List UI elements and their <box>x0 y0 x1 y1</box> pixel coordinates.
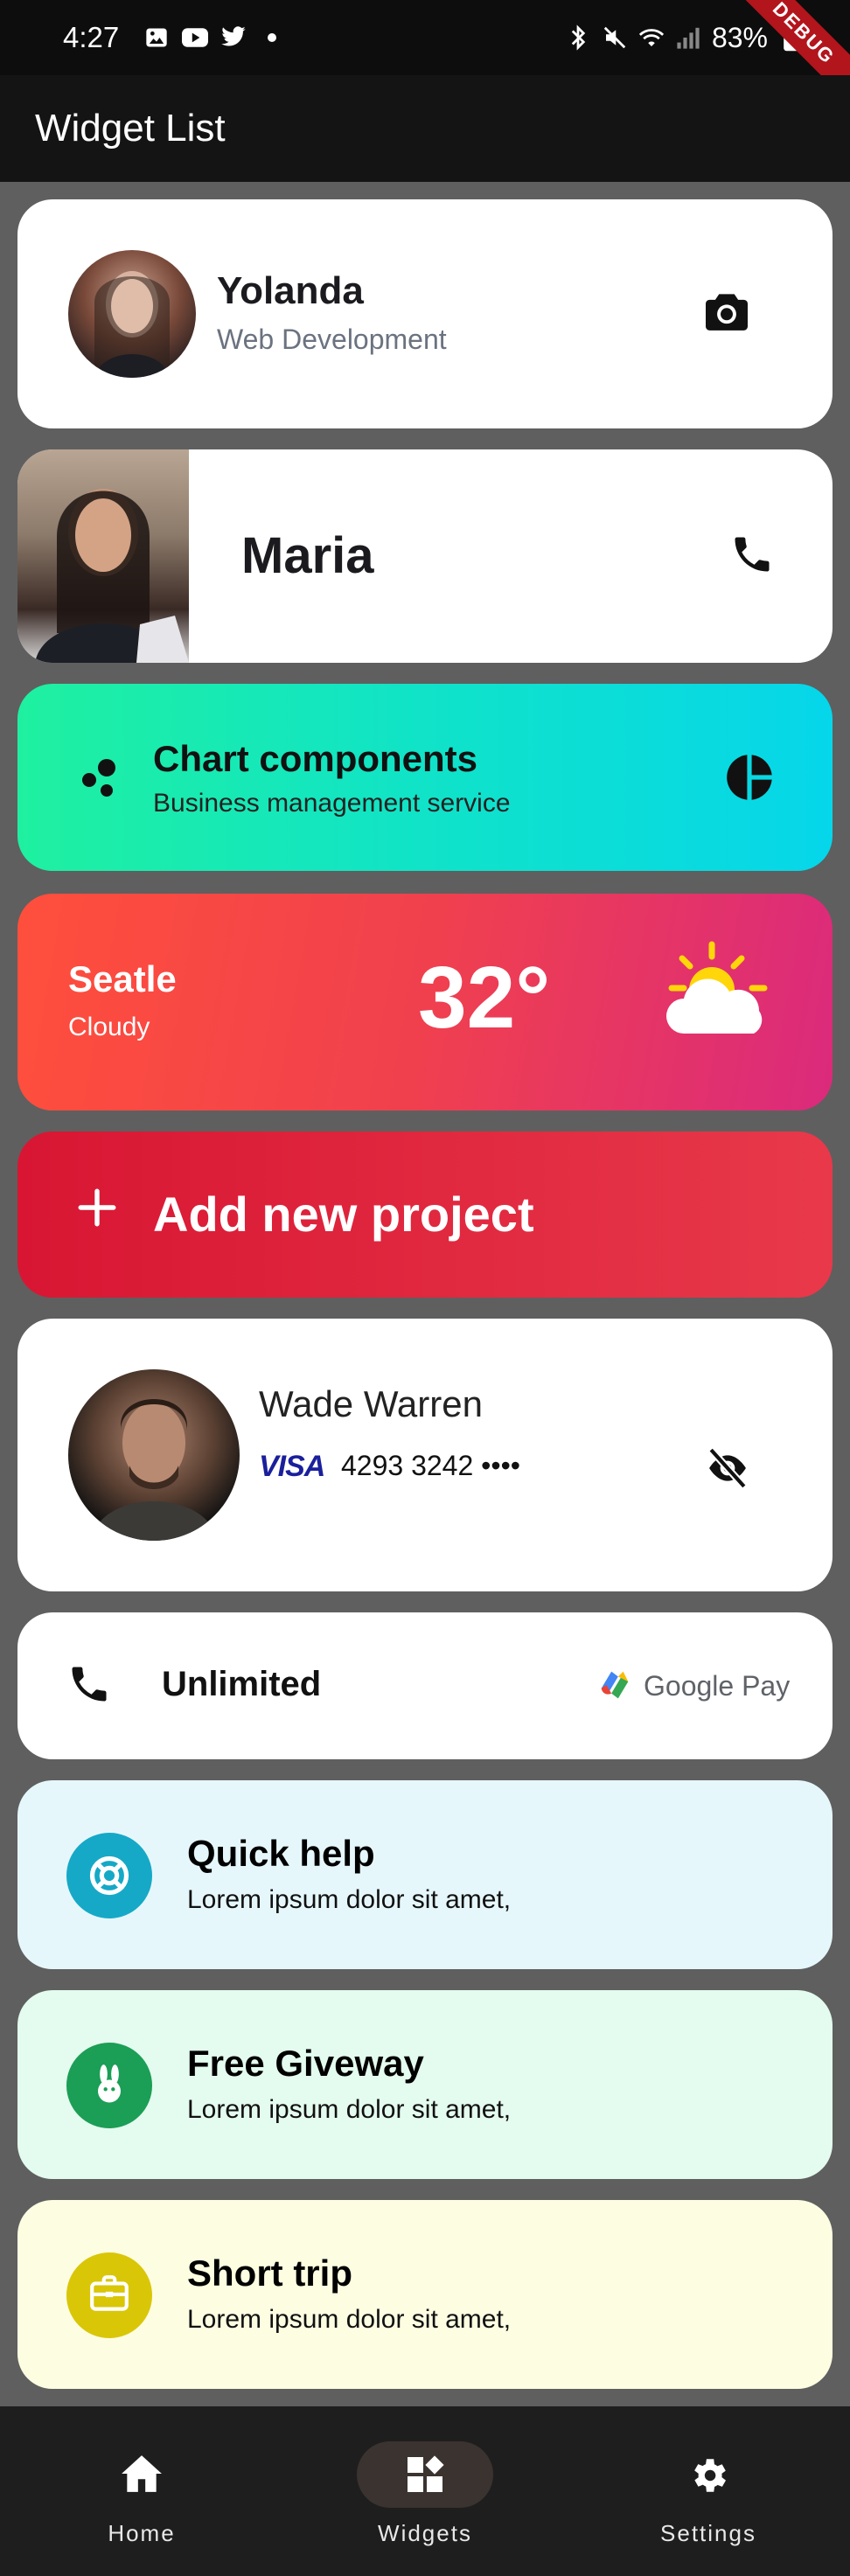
twitter-icon <box>220 24 247 51</box>
briefcase-icon <box>66 2252 152 2338</box>
lifebuoy-icon <box>66 1833 152 1918</box>
status-bar: 4:27 83% DEBUG <box>0 0 850 117</box>
contact-photo <box>17 449 189 663</box>
profile-name: Yolanda <box>217 269 364 312</box>
free-giveaway-card[interactable]: Free Giveway Lorem ipsum dolor sit amet, <box>17 1990 833 2179</box>
image-icon <box>143 24 170 51</box>
chart-card-title: Chart components <box>153 738 478 779</box>
short-trip-card[interactable]: Short trip Lorem ipsum dolor sit amet, <box>17 2200 833 2389</box>
google-pay-label: Google Pay <box>644 1670 791 1702</box>
chart-components-card[interactable]: Chart components Business management ser… <box>17 684 833 871</box>
mute-icon <box>602 24 628 51</box>
profile-card[interactable]: Yolanda Web Development <box>17 199 833 428</box>
quick-help-card[interactable]: Quick help Lorem ipsum dolor sit amet, <box>17 1780 833 1969</box>
avatar <box>68 250 196 378</box>
profile-subtitle: Web Development <box>217 324 447 355</box>
contact-card[interactable]: Maria <box>17 449 833 663</box>
nav-label: Settings <box>660 2520 756 2546</box>
gear-icon <box>686 2454 730 2502</box>
app-bar: Widget List <box>0 75 850 182</box>
camera-icon[interactable] <box>703 290 750 337</box>
home-icon <box>120 2454 164 2498</box>
phone-icon <box>66 1661 112 1711</box>
bluetooth-icon <box>565 24 591 51</box>
visa-logo: VISA <box>259 1450 325 1483</box>
google-pay-icon <box>595 1665 635 1709</box>
weather-temperature: 32° <box>418 949 551 1047</box>
nav-item-widgets[interactable]: Widgets <box>283 2406 567 2576</box>
rabbit-icon <box>66 2043 152 2128</box>
info-card-subtitle: Lorem ipsum dolor sit amet, <box>187 1885 512 1914</box>
partly-cloudy-icon <box>665 939 778 1048</box>
youtube-icon <box>182 24 209 51</box>
unlimited-label: Unlimited <box>162 1665 322 1703</box>
info-card-title: Short trip <box>187 2252 352 2294</box>
nav-label: Widgets <box>378 2520 472 2546</box>
avatar <box>68 1369 240 1541</box>
info-card-subtitle: Lorem ipsum dolor sit amet, <box>187 2305 512 2334</box>
add-new-project-button[interactable]: Add new project <box>17 1131 833 1298</box>
pie-chart-icon[interactable] <box>722 750 777 809</box>
weather-condition: Cloudy <box>68 1013 150 1041</box>
eye-off-icon[interactable] <box>705 1447 750 1493</box>
phone-icon[interactable] <box>729 532 775 581</box>
info-card-title: Free Giveway <box>187 2043 424 2084</box>
status-time: 4:27 <box>63 21 120 53</box>
wifi-icon <box>638 24 665 51</box>
weather-card[interactable]: Seatle Cloudy 32° <box>17 894 833 1110</box>
bubbles-icon <box>77 755 122 805</box>
chart-card-subtitle: Business management service <box>153 789 511 818</box>
contact-name: Maria <box>241 527 374 584</box>
dot-icon <box>259 24 285 51</box>
nav-label: Home <box>108 2520 176 2546</box>
cardholder-name: Wade Warren <box>259 1383 483 1424</box>
widgets-icon <box>404 2454 446 2500</box>
nav-item-home[interactable]: Home <box>0 2406 283 2576</box>
signal-icon <box>675 24 701 51</box>
bottom-navigation: Home Widgets Settings <box>0 2406 850 2576</box>
nav-item-settings[interactable]: Settings <box>567 2406 850 2576</box>
battery-percent: 83% <box>711 21 768 53</box>
weather-city: Seatle <box>68 958 177 999</box>
info-card-subtitle: Lorem ipsum dolor sit amet, <box>187 2095 512 2124</box>
card-number: 4293 3242 •••• <box>341 1450 520 1481</box>
add-project-label: Add new project <box>153 1187 534 1242</box>
page-title: Widget List <box>35 107 226 150</box>
unlimited-card[interactable]: Unlimited Google Pay <box>17 1612 833 1759</box>
plus-icon <box>75 1186 119 1234</box>
info-card-title: Quick help <box>187 1833 375 1874</box>
payment-card[interactable]: Wade Warren VISA 4293 3242 •••• <box>17 1319 833 1591</box>
